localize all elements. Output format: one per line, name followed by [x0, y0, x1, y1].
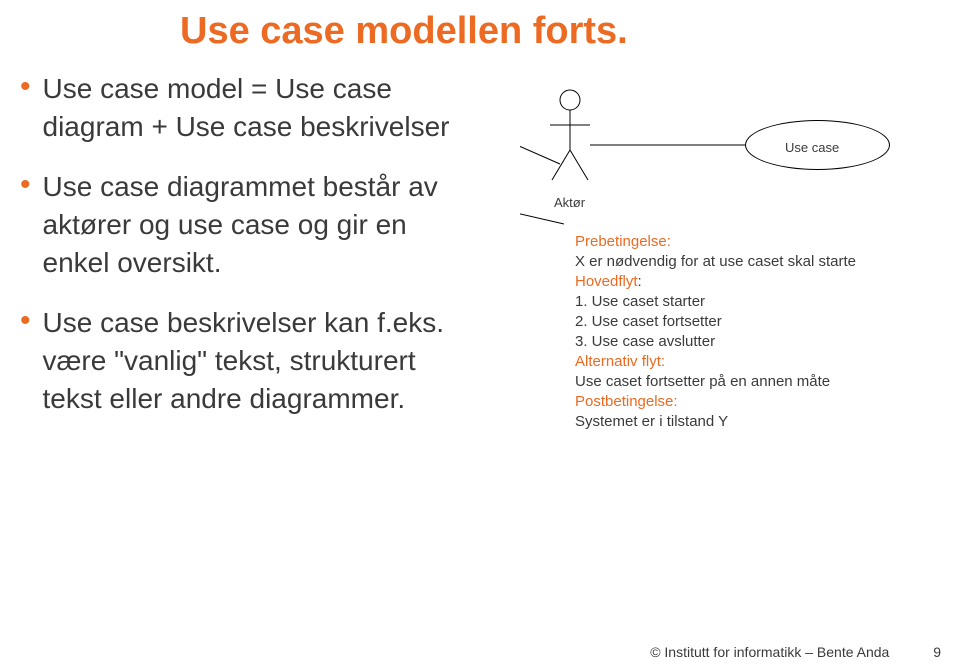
alt-header: Alternativ flyt: — [575, 353, 665, 370]
step-3: 3. Use case avslutter — [575, 332, 856, 352]
actor-head-icon — [560, 90, 580, 110]
bullet-list: • Use case model = Use case diagram + Us… — [20, 70, 480, 440]
hoved-header: Hovedflyt — [575, 273, 638, 290]
bullet-text: Use case diagrammet består av aktører og… — [43, 168, 480, 282]
bullet-text: Use case model = Use case diagram + Use … — [43, 70, 480, 146]
slide-title: Use case modellen forts. — [180, 10, 628, 53]
usecase-description: Prebetingelse: X er nødvendig for at use… — [575, 232, 856, 432]
step-1: 1. Use caset starter — [575, 292, 856, 312]
bullet-item: • Use case diagrammet består av aktører … — [20, 168, 480, 282]
usecase-label: Use case — [785, 140, 839, 155]
hoved-colon: : — [638, 273, 642, 290]
post-header: Postbetingelse: — [575, 393, 678, 410]
footer-copyright: © Institutt for informatikk – Bente Anda — [650, 644, 889, 660]
bullet-dot-icon: • — [20, 70, 31, 146]
actor-label: Aktør — [554, 195, 585, 210]
usecase-diagram: Aktør Use case Prebetingelse: X er nødve… — [520, 60, 940, 230]
page-number: 9 — [933, 644, 941, 660]
pre-header: Prebetingelse: — [575, 233, 671, 250]
bullet-text: Use case beskrivelser kan f.eks. være "v… — [43, 304, 480, 418]
footer: © Institutt for informatikk – Bente Anda… — [650, 644, 941, 660]
bullet-dot-icon: • — [20, 304, 31, 418]
annotation-line-1-icon — [520, 120, 560, 164]
post-text: Systemet er i tilstand Y — [575, 412, 856, 432]
alt-text: Use caset fortsetter på en annen måte — [575, 372, 856, 392]
actor-leg-left-icon — [552, 150, 570, 180]
actor-leg-right-icon — [570, 150, 588, 180]
pre-text: X er nødvendig for at use caset skal sta… — [575, 252, 856, 272]
bullet-dot-icon: • — [20, 168, 31, 282]
bullet-item: • Use case model = Use case diagram + Us… — [20, 70, 480, 146]
bullet-item: • Use case beskrivelser kan f.eks. være … — [20, 304, 480, 418]
step-2: 2. Use caset fortsetter — [575, 312, 856, 332]
